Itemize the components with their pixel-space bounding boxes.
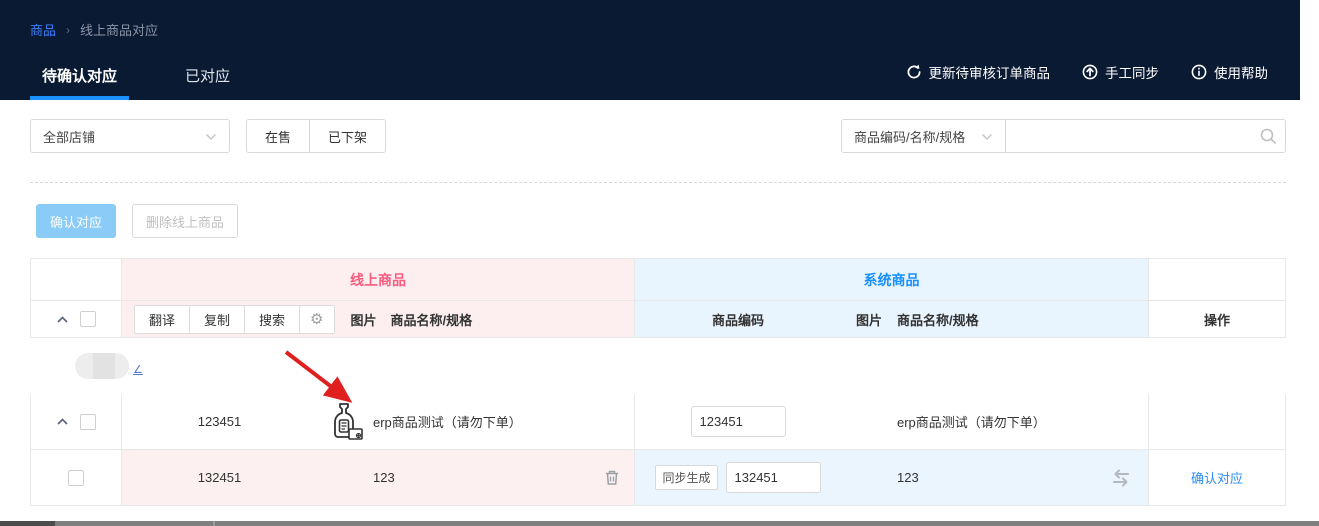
translate-button[interactable]: 翻译: [135, 306, 190, 333]
online-image-column-header: 图片: [351, 310, 377, 329]
system-product-name: erp商品测试（请勿下单）: [897, 412, 1148, 431]
shop-select[interactable]: 全部店铺: [30, 119, 230, 153]
help-button[interactable]: 使用帮助: [1191, 62, 1268, 82]
table-column-header-row: 翻译 复制 搜索 ⚙ 图片 商品名称/规格 商品编码 图片 商品名称/规格 操: [30, 301, 1286, 338]
breadcrumb-separator: ›: [66, 23, 70, 37]
confirm-match-link[interactable]: 确认对应: [1191, 468, 1243, 487]
update-pending-orders-button[interactable]: 更新待审核订单商品: [906, 62, 1051, 82]
table-group-header-row: 线上商品 系统商品: [30, 258, 1286, 301]
online-toolbar: 翻译 复制 搜索 ⚙: [134, 305, 335, 334]
online-product-name: erp商品测试（请勿下单）: [373, 412, 634, 431]
gear-icon[interactable]: ⚙: [300, 306, 333, 333]
dashed-divider: [30, 182, 1286, 183]
top-header: 商品 › 线上商品对应 待确认对应 已对应 更新待审核订单商品 手工同步 使用帮…: [0, 0, 1300, 100]
collapse-row-caret[interactable]: [57, 418, 68, 425]
system-image-column-header: 图片: [841, 310, 897, 329]
online-product-group-header: 线上商品: [122, 258, 635, 301]
collapse-all-caret[interactable]: [57, 316, 68, 323]
off-shelf-button[interactable]: 已下架: [310, 119, 386, 153]
window-bottom-edge-divider: [213, 521, 215, 526]
help-label: 使用帮助: [1214, 62, 1268, 82]
action-column-header: 操作: [1204, 310, 1230, 329]
tab-bar: 待确认对应 已对应: [36, 55, 236, 100]
delete-online-product-button[interactable]: 删除线上商品: [132, 204, 238, 238]
online-product-name: 123: [373, 470, 604, 485]
row-action-cell: [1149, 394, 1286, 450]
tab-matched[interactable]: 已对应: [179, 55, 236, 100]
action-group-header-cell: [1149, 258, 1286, 301]
search-input[interactable]: [1006, 119, 1286, 153]
main-content: 全部店铺 在售 已下架 商品编码/名称/规格: [0, 100, 1319, 526]
select-row-checkbox[interactable]: [80, 414, 96, 430]
system-product-group-title: 系统商品: [635, 270, 1148, 290]
update-pending-orders-label: 更新待审核订单商品: [929, 62, 1051, 82]
system-product-group-header: 系统商品: [635, 258, 1149, 301]
redacted-shop-name: [75, 353, 129, 379]
upload-circle-icon: [1082, 64, 1098, 80]
table-row: 123451 erp商品测试（请勿下单）: [30, 394, 1286, 450]
search-field-select[interactable]: 商品编码/名称/规格: [841, 119, 1006, 153]
tab-pending-match[interactable]: 待确认对应: [36, 55, 123, 100]
breadcrumb-section[interactable]: 商品: [30, 20, 56, 39]
filter-bar: 全部店铺 在售 已下架 商品编码/名称/规格: [30, 119, 1286, 153]
manual-sync-button[interactable]: 手工同步: [1082, 62, 1159, 82]
system-code-input[interactable]: [726, 462, 821, 493]
breadcrumb: 商品 › 线上商品对应: [30, 20, 158, 39]
shop-select-value: 全部店铺: [43, 127, 95, 146]
swap-arrows-icon[interactable]: [1110, 469, 1132, 487]
select-row-checkbox[interactable]: [68, 470, 84, 486]
table-row: 132451 123 同步生成 123: [30, 450, 1286, 506]
copy-button[interactable]: 复制: [190, 306, 245, 333]
online-name-column-header: 商品名称/规格: [391, 310, 473, 329]
system-product-name: 123: [897, 470, 1110, 485]
shop-group-row: ∠: [30, 338, 1286, 394]
chevron-down-icon: [981, 129, 993, 144]
product-image-placeholder-icon[interactable]: [317, 402, 373, 442]
header-actions: 更新待审核订单商品 手工同步 使用帮助: [906, 62, 1269, 82]
system-code-column-header: 商品编码: [635, 310, 841, 329]
product-match-table: 线上商品 系统商品 翻译 复制 搜索 ⚙: [30, 258, 1286, 506]
search-field-select-value: 商品编码/名称/规格: [854, 127, 965, 146]
on-sale-button[interactable]: 在售: [246, 119, 310, 153]
search-button[interactable]: 搜索: [245, 306, 300, 333]
system-code-input[interactable]: [691, 406, 786, 437]
confirm-match-button[interactable]: 确认对应: [36, 204, 116, 238]
window-bottom-edge: [0, 521, 1319, 526]
refresh-icon: [906, 64, 922, 80]
sync-generate-button[interactable]: 同步生成: [655, 465, 717, 490]
online-product-group-title: 线上商品: [122, 270, 634, 290]
chevron-down-icon: [205, 129, 217, 144]
select-all-checkbox[interactable]: [80, 311, 96, 327]
shop-link-icon[interactable]: ∠: [133, 363, 143, 376]
info-circle-icon: [1191, 64, 1207, 80]
breadcrumb-current: 线上商品对应: [80, 20, 158, 39]
search-icon[interactable]: [1259, 127, 1277, 150]
select-all-header-cell: [30, 258, 122, 301]
trash-icon[interactable]: [604, 469, 620, 486]
bulk-actions: 确认对应 删除线上商品: [36, 204, 238, 238]
manual-sync-label: 手工同步: [1105, 62, 1159, 82]
window-bottom-edge-segment: [0, 521, 55, 526]
online-product-code: 132451: [122, 470, 317, 485]
system-name-column-header: 商品名称/规格: [897, 310, 1148, 329]
sale-status-button-group: 在售 已下架: [246, 119, 386, 153]
online-product-code: 123451: [122, 414, 317, 429]
